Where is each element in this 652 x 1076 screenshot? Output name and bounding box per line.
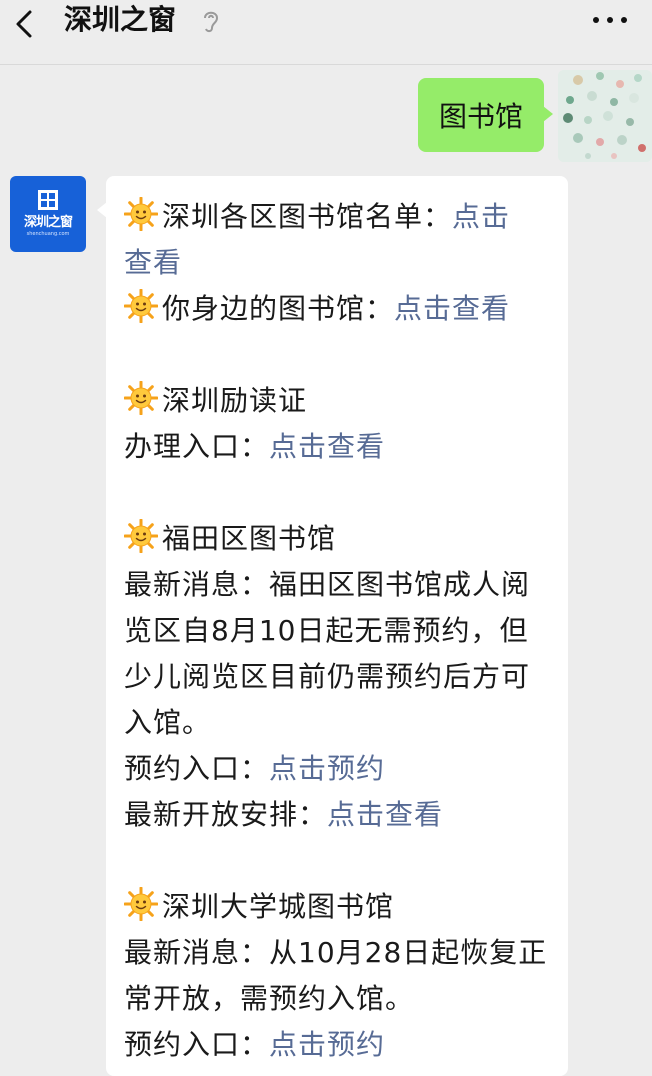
view-link-continued[interactable]: 查看: [124, 246, 182, 279]
avatar-pattern-icon: [558, 70, 652, 162]
section-heading: 福田区图书馆: [124, 516, 556, 562]
logo-text: 深圳之窗: [23, 215, 73, 230]
list-text: 预约入口：: [124, 1028, 270, 1061]
list-item: 深圳各区图书馆名单：点击: [124, 194, 556, 240]
message-body: 深圳各区图书馆名单：点击 查看 你身边的图书馆：点击查看 深圳励读证 办理入口：…: [124, 194, 556, 1068]
sun-emoji-icon: [124, 197, 158, 231]
sun-emoji-icon: [124, 381, 158, 415]
view-link[interactable]: 点击查看: [269, 430, 385, 463]
sun-emoji-icon: [124, 289, 158, 323]
view-link[interactable]: 点击: [452, 200, 510, 233]
more-options-icon[interactable]: [590, 10, 630, 30]
mute-ear-icon: [204, 11, 219, 33]
view-link[interactable]: 点击查看: [327, 798, 443, 831]
news-paragraph: 最新消息：福田区图书馆成人阅览区自8月10日起无需预约，但少儿阅览区目前仍需预约…: [124, 568, 531, 739]
news-paragraph: 最新消息：从10月28日起恢复正常开放，需预约入馆。: [124, 936, 548, 1015]
list-item: 预约入口：点击预约: [124, 746, 556, 792]
chat-title: 深圳之窗: [64, 3, 177, 36]
back-arrow-icon[interactable]: [8, 6, 44, 42]
window-icon: [38, 190, 58, 210]
sun-emoji-icon: [124, 887, 158, 921]
list-item: 办理入口：点击查看: [124, 424, 556, 470]
section-title: 深圳励读证: [162, 384, 308, 417]
outgoing-message-text: 图书馆: [438, 100, 523, 133]
section-title: 福田区图书馆: [162, 522, 337, 555]
chat-header: 深圳之窗: [0, 0, 652, 65]
section-title: 深圳大学城图书馆: [162, 890, 395, 923]
incoming-message-bubble: 深圳各区图书馆名单：点击 查看 你身边的图书馆：点击查看 深圳励读证 办理入口：…: [97, 176, 568, 1076]
reserve-link[interactable]: 点击预约: [269, 752, 385, 785]
sender-avatar-logo[interactable]: 深圳之窗 shenchuang.com: [10, 176, 86, 252]
reserve-link[interactable]: 点击预约: [269, 1028, 385, 1061]
list-item: 最新开放安排：点击查看: [124, 792, 556, 838]
list-text: 办理入口：: [124, 430, 270, 463]
list-text: 预约入口：: [124, 752, 270, 785]
list-text: 最新开放安排：: [124, 798, 328, 831]
section-heading: 深圳励读证: [124, 378, 556, 424]
list-text: 你身边的图书馆：: [162, 292, 395, 325]
user-avatar[interactable]: [558, 70, 652, 162]
list-item: 你身边的图书馆：点击查看: [124, 286, 556, 332]
list-item-continued: 查看: [124, 240, 556, 286]
list-text: 深圳各区图书馆名单：: [162, 200, 453, 233]
sun-emoji-icon: [124, 519, 158, 553]
logo-subtext: shenchuang.com: [26, 231, 70, 237]
outgoing-message-bubble[interactable]: 图书馆: [418, 78, 553, 152]
view-link[interactable]: 点击查看: [394, 292, 510, 325]
section-heading: 深圳大学城图书馆: [124, 884, 556, 930]
list-item: 预约入口：点击预约: [124, 1022, 556, 1068]
